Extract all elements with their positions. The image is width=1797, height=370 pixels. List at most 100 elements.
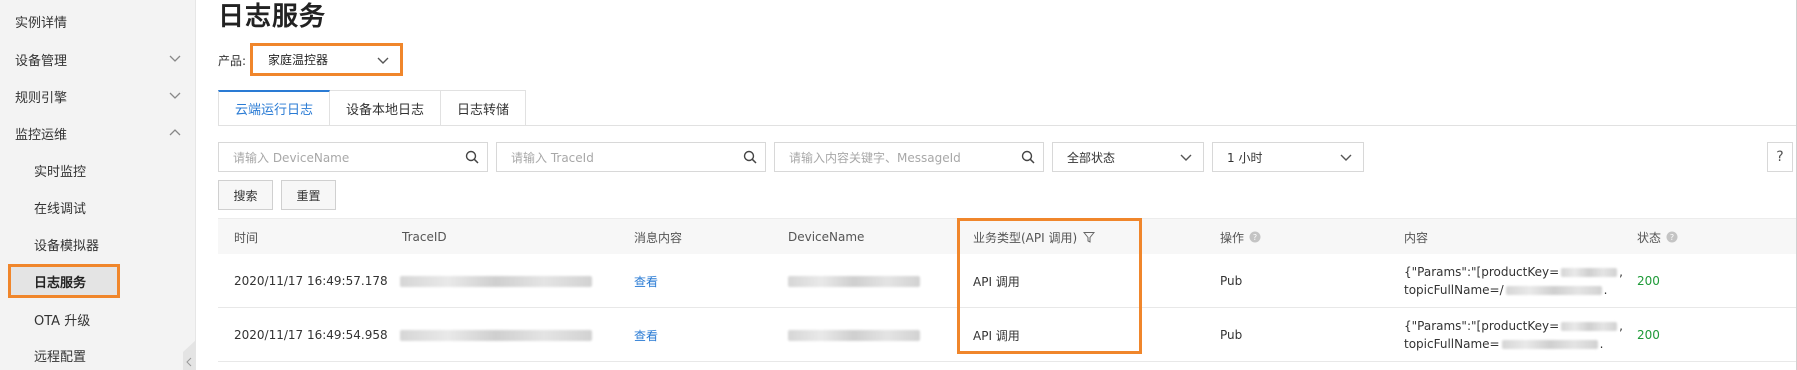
sidebar-item-label: 规则引擎	[15, 90, 68, 106]
redacted-text	[400, 275, 592, 287]
cell-time: 2020/11/17 16:49:57.178	[234, 274, 388, 288]
sidebar-item-ota-upgrade[interactable]: OTA 升级	[0, 302, 196, 336]
content-text: topicFullName=	[1404, 337, 1500, 351]
sidebar-item-label: 实例详情	[15, 15, 68, 31]
column-header-trace-id: TraceID	[402, 230, 447, 244]
time-range-select-value: 1 小时	[1227, 150, 1263, 165]
sidebar-item-monitoring-ops[interactable]: 监控运维	[0, 116, 196, 150]
sidebar-item-label: 监控运维	[15, 127, 68, 143]
cell-trace-id-redacted	[400, 308, 592, 362]
tab-cloud-runtime-log[interactable]: 云端运行日志	[218, 90, 331, 126]
content-keyword-input[interactable]: 请输入内容关键字、MessageId	[774, 142, 1044, 172]
sidebar-item-online-debug[interactable]: 在线调试	[0, 190, 196, 224]
column-header-label: 操作	[1220, 230, 1245, 245]
content-text: {"Params":"[productKey=	[1404, 265, 1560, 279]
tab-device-local-log[interactable]: 设备本地日志	[330, 90, 442, 126]
column-header-content: 内容	[1404, 230, 1429, 245]
question-icon[interactable]: ?	[1249, 231, 1261, 243]
reset-button[interactable]: 重置	[281, 180, 336, 210]
tab-divider	[218, 125, 1797, 126]
content-line: topicFullName= .	[1404, 335, 1603, 353]
column-header-label: 状态	[1637, 230, 1662, 245]
content-keyword-placeholder: 请输入内容关键字、MessageId	[789, 150, 961, 165]
cell-status: 200	[1637, 328, 1660, 342]
tab-log-dump[interactable]: 日志转储	[441, 90, 527, 126]
sidebar-item-realtime-monitor[interactable]: 实时监控	[0, 153, 196, 187]
redacted-text	[400, 329, 592, 341]
cell-time: 2020/11/17 16:49:54.958	[234, 328, 388, 342]
product-label: 产品:	[218, 54, 247, 68]
cell-device-name-redacted	[788, 308, 920, 362]
product-select-value: 家庭温控器	[268, 53, 329, 67]
cell-biz-type: API 调用	[973, 328, 1020, 343]
cell-biz-type: API 调用	[973, 274, 1020, 289]
column-header-time: 时间	[234, 230, 259, 245]
search-icon[interactable]	[743, 150, 757, 164]
sidebar-collapse-handle[interactable]	[183, 340, 196, 370]
cell-content: {"Params":"[productKey= , topicFullName=…	[1404, 308, 1623, 362]
redacted-text	[1501, 339, 1598, 349]
log-tabs: 云端运行日志 设备本地日志 日志转储	[218, 90, 527, 126]
cell-operation: Pub	[1220, 328, 1243, 342]
question-icon[interactable]: ?	[1666, 231, 1678, 243]
sidebar-item-label: OTA 升级	[34, 313, 91, 329]
tab-label: 日志转储	[457, 102, 510, 118]
product-select[interactable]: 家庭温控器	[250, 43, 403, 76]
sidebar-item-label: 远程配置	[34, 349, 87, 365]
column-header-message: 消息内容	[634, 230, 683, 245]
content-text: ,	[1619, 319, 1623, 333]
search-button[interactable]: 搜索	[218, 180, 273, 210]
tab-label: 设备本地日志	[346, 102, 425, 118]
chevron-down-icon	[169, 55, 181, 62]
sidebar-item-instance-details[interactable]: 实例详情	[0, 4, 196, 38]
trace-id-placeholder: 请输入 TraceId	[511, 150, 594, 165]
view-message-link[interactable]: 查看	[634, 254, 658, 308]
content-text: ,	[1619, 265, 1623, 279]
time-range-select[interactable]: 1 小时	[1212, 142, 1364, 172]
svg-text:?: ?	[1253, 233, 1257, 242]
content-line: {"Params":"[productKey= ,	[1404, 263, 1623, 281]
content-text: .	[1599, 337, 1604, 351]
sidebar: 实例详情 设备管理 规则引擎 监控运维 实时监控 在线调试 设备模拟器 日志服务…	[0, 0, 196, 370]
search-icon[interactable]	[1021, 150, 1035, 164]
chevron-down-icon	[377, 57, 389, 64]
table-header: 时间 TraceID 消息内容 DeviceName 业务类型(API 调用) …	[218, 218, 1797, 254]
redacted-text	[1561, 321, 1618, 331]
chevron-down-icon	[1180, 154, 1192, 161]
help-button[interactable]: ?	[1767, 142, 1793, 172]
column-header-status: 状态 ?	[1637, 219, 1678, 255]
sidebar-item-remote-config[interactable]: 远程配置	[0, 338, 196, 370]
table-row: 2020/11/17 16:49:54.958 查看 API 调用 Pub {"…	[218, 308, 1797, 362]
content-text: .	[1603, 283, 1608, 297]
column-header-device-name: DeviceName	[788, 230, 865, 244]
device-name-placeholder: 请输入 DeviceName	[233, 150, 350, 165]
redacted-text	[788, 329, 920, 341]
column-header-label: 业务类型(API 调用)	[973, 230, 1078, 245]
search-icon[interactable]	[465, 150, 479, 164]
sidebar-item-label: 设备管理	[15, 53, 68, 69]
page-title: 日志服务	[218, 2, 327, 32]
status-select[interactable]: 全部状态	[1052, 142, 1204, 172]
svg-text:?: ?	[1670, 233, 1674, 242]
sidebar-item-device-simulator[interactable]: 设备模拟器	[0, 227, 196, 261]
filter-icon[interactable]	[1083, 231, 1096, 243]
status-select-value: 全部状态	[1067, 150, 1116, 165]
tab-label: 云端运行日志	[235, 103, 314, 118]
chevron-up-icon	[169, 129, 181, 136]
redacted-text	[788, 275, 920, 287]
cell-device-name-redacted	[788, 254, 920, 308]
device-name-input[interactable]: 请输入 DeviceName	[218, 142, 488, 172]
column-header-operation: 操作 ?	[1220, 219, 1261, 255]
sidebar-item-label: 设备模拟器	[34, 238, 100, 254]
cell-status: 200	[1637, 274, 1660, 288]
cell-operation: Pub	[1220, 274, 1243, 288]
content-text: topicFullName=/	[1404, 283, 1504, 297]
sidebar-item-log-service[interactable]: 日志服务	[8, 264, 120, 298]
content-line: {"Params":"[productKey= ,	[1404, 317, 1623, 335]
chevron-down-icon	[1340, 154, 1352, 161]
sidebar-item-rules-engine[interactable]: 规则引擎	[0, 79, 196, 113]
trace-id-input[interactable]: 请输入 TraceId	[496, 142, 766, 172]
redacted-text	[1505, 285, 1602, 295]
sidebar-item-device-management[interactable]: 设备管理	[0, 42, 196, 76]
view-message-link[interactable]: 查看	[634, 308, 658, 362]
